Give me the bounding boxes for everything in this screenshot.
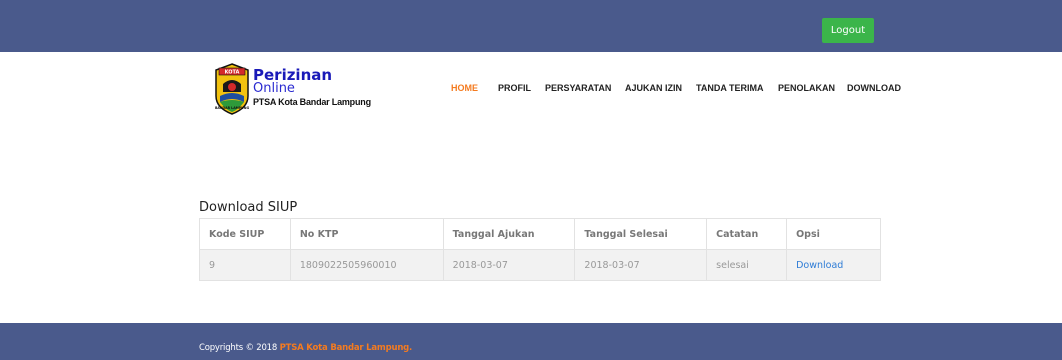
copyright-brand-link[interactable]: PTSA Kota Bandar Lampung. — [280, 343, 413, 353]
city-emblem-logo: KOTA BANDAR LAMPUNG — [215, 63, 250, 115]
nav-penolakan[interactable]: PENOLAKAN — [778, 83, 835, 93]
cell-kode-siup: 9 — [199, 249, 291, 281]
nav-home[interactable]: HOME — [451, 83, 478, 93]
site-header — [0, 52, 1062, 122]
cell-no-ktp: 1809022505960010 — [289, 249, 444, 281]
copyright-text: Copyrights © 2018 PTSA Kota Bandar Lampu… — [199, 343, 412, 353]
cell-opsi: Download — [786, 249, 881, 281]
column-header-kode-siup: Kode SIUP — [199, 218, 291, 250]
siup-download-table: Kode SIUP No KTP Tanggal Ajukan Tanggal … — [199, 218, 881, 281]
download-link[interactable]: Download — [796, 260, 843, 271]
nav-persyaratan[interactable]: PERSYARATAN — [545, 83, 611, 93]
cell-tanggal-selesai: 2018-03-07 — [574, 249, 708, 281]
svg-text:KOTA: KOTA — [225, 70, 240, 76]
nav-ajukan-izin[interactable]: AJUKAN IZIN — [625, 83, 682, 93]
nav-download[interactable]: DOWNLOAD — [847, 83, 901, 93]
logout-button[interactable]: Logout — [822, 18, 874, 43]
nav-profil[interactable]: PROFIL — [498, 83, 531, 93]
svg-text:BANDAR LAMPUNG: BANDAR LAMPUNG — [215, 106, 250, 110]
table-row: 9 1809022505960010 2018-03-07 2018-03-07… — [199, 249, 881, 281]
column-header-tanggal-ajukan: Tanggal Ajukan — [442, 218, 576, 250]
site-footer — [0, 323, 1062, 360]
cell-catatan: selesai — [706, 249, 788, 281]
section-title: Download SIUP — [199, 200, 298, 215]
copyright-prefix: Copyrights © 2018 — [199, 343, 280, 353]
brand-subtitle: Online — [253, 81, 295, 96]
cell-tanggal-ajukan: 2018-03-07 — [442, 249, 576, 281]
brand-tagline: PTSA Kota Bandar Lampung — [253, 97, 371, 107]
column-header-tanggal-selesai: Tanggal Selesai — [574, 218, 708, 250]
column-header-opsi: Opsi — [786, 218, 881, 250]
top-bar: Logout — [0, 0, 1062, 52]
column-header-catatan: Catatan — [706, 218, 788, 250]
table-header-row: Kode SIUP No KTP Tanggal Ajukan Tanggal … — [199, 218, 881, 250]
column-header-no-ktp: No KTP — [289, 218, 444, 250]
nav-tanda-terima[interactable]: TANDA TERIMA — [696, 83, 764, 93]
